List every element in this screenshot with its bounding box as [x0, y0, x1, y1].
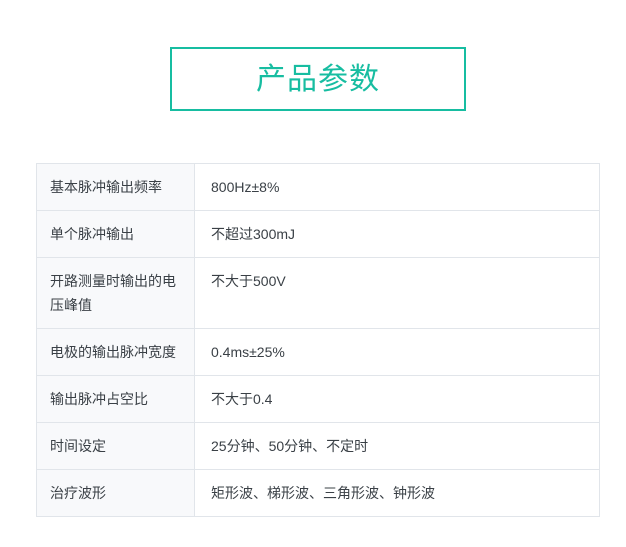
spec-value: 矩形波、梯形波、三角形波、钟形波 [195, 470, 600, 517]
spec-value: 不大于500V [195, 258, 600, 329]
table-row: 时间设定 25分钟、50分钟、不定时 [37, 423, 600, 470]
spec-table: 基本脉冲输出频率 800Hz±8% 单个脉冲输出 不超过300mJ 开路测量时输… [36, 163, 600, 517]
spec-value: 不大于0.4 [195, 376, 600, 423]
page-title: 产品参数 [256, 63, 380, 95]
table-row: 电极的输出脉冲宽度 0.4ms±25% [37, 329, 600, 376]
spec-table-body: 基本脉冲输出频率 800Hz±8% 单个脉冲输出 不超过300mJ 开路测量时输… [37, 164, 600, 517]
table-row: 输出脉冲占空比 不大于0.4 [37, 376, 600, 423]
spec-value: 不超过300mJ [195, 211, 600, 258]
spec-value: 0.4ms±25% [195, 329, 600, 376]
spec-label: 时间设定 [37, 423, 195, 470]
spec-label: 开路测量时输出的电压峰值 [37, 258, 195, 329]
table-row: 单个脉冲输出 不超过300mJ [37, 211, 600, 258]
table-row: 开路测量时输出的电压峰值 不大于500V [37, 258, 600, 329]
table-row: 基本脉冲输出频率 800Hz±8% [37, 164, 600, 211]
table-row: 治疗波形 矩形波、梯形波、三角形波、钟形波 [37, 470, 600, 517]
spec-label: 电极的输出脉冲宽度 [37, 329, 195, 376]
spec-label: 单个脉冲输出 [37, 211, 195, 258]
spec-label: 输出脉冲占空比 [37, 376, 195, 423]
product-parameters-page: 产品参数 基本脉冲输出频率 800Hz±8% 单个脉冲输出 不超过300mJ 开… [0, 47, 626, 547]
section-title-box: 产品参数 [170, 47, 466, 111]
spec-label: 基本脉冲输出频率 [37, 164, 195, 211]
spec-value: 25分钟、50分钟、不定时 [195, 423, 600, 470]
spec-label: 治疗波形 [37, 470, 195, 517]
spec-value: 800Hz±8% [195, 164, 600, 211]
